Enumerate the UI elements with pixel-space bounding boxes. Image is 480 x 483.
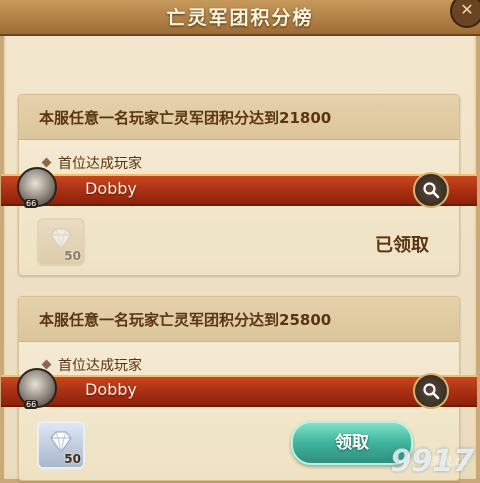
player-bar: 66 Dobby xyxy=(1,167,477,208)
page-title: 亡灵军团积分榜 xyxy=(166,7,314,29)
player-name: Dobby xyxy=(85,179,137,198)
claimed-status: 已领取 xyxy=(375,235,429,256)
first-achiever-label: 首位达成玩家 xyxy=(41,153,142,173)
reward-item[interactable]: 50 xyxy=(37,218,85,266)
reward-item[interactable]: 50 xyxy=(37,421,85,469)
first-achiever-label: 首位达成玩家 xyxy=(41,355,142,375)
search-icon xyxy=(423,383,440,400)
card-title: 本服任意一名玩家亡灵军团积分达到21800 xyxy=(39,109,332,127)
avatar-level-badge: 66 xyxy=(24,400,39,409)
diamond-icon xyxy=(41,157,52,168)
watermark: 9917 xyxy=(390,444,475,479)
reward-count: 50 xyxy=(64,452,81,466)
card-header: 本服任意一名玩家亡灵军团积分达到21800 xyxy=(19,95,459,140)
close-icon: ✕ xyxy=(460,0,474,19)
reward-card-21800: 本服任意一名玩家亡灵军团积分达到21800 首位达成玩家 66 Dobby 50… xyxy=(1,94,477,276)
reward-count: 50 xyxy=(64,249,81,263)
search-icon xyxy=(423,182,440,199)
view-player-button[interactable] xyxy=(413,172,449,208)
card-header: 本服任意一名玩家亡灵军团积分达到25800 xyxy=(19,297,459,342)
player-name: Dobby xyxy=(85,380,137,399)
card-title: 本服任意一名玩家亡灵军团积分达到25800 xyxy=(39,311,332,329)
view-player-button[interactable] xyxy=(413,373,449,409)
title-bar: 亡灵军团积分榜 xyxy=(0,0,480,36)
avatar-level-badge: 66 xyxy=(24,199,39,208)
player-bar: 66 Dobby xyxy=(1,368,477,409)
